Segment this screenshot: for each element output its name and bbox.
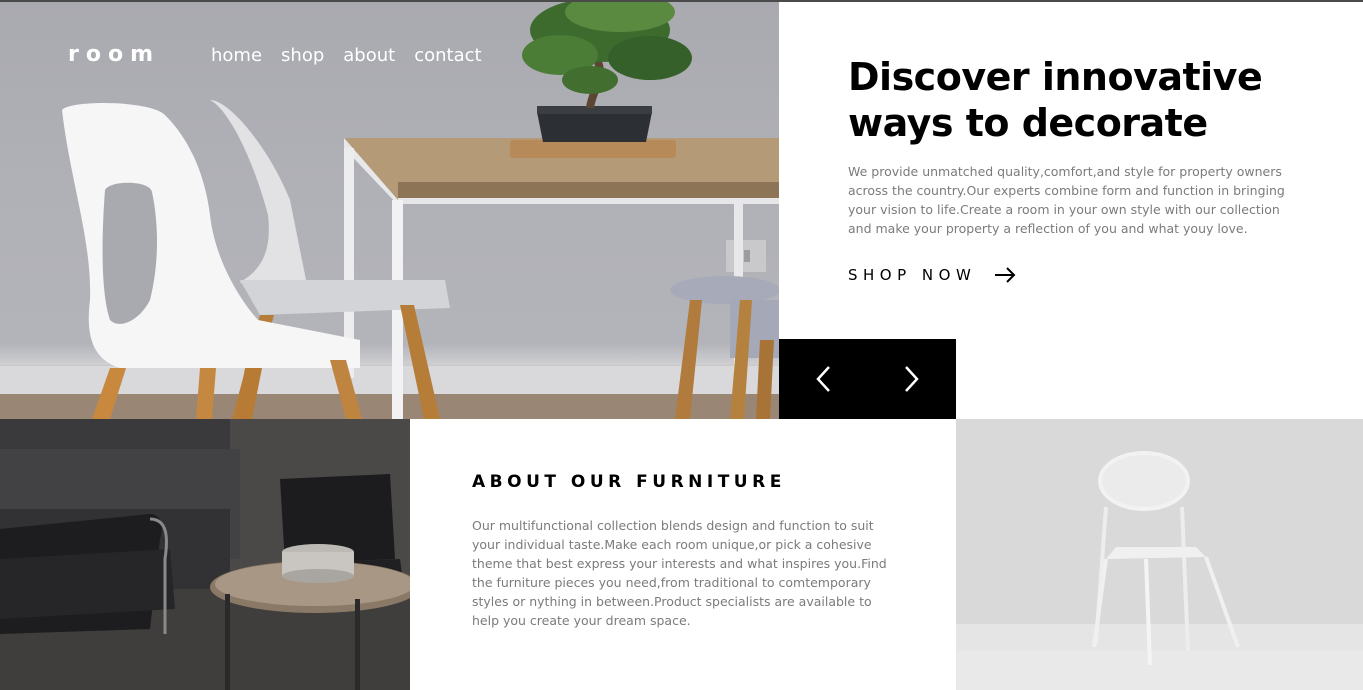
about-light-image <box>956 419 1363 690</box>
chevron-right-icon <box>904 366 919 392</box>
shop-now-button[interactable]: SHOP NOW <box>848 266 1308 284</box>
about-section: ABOUT OUR FURNITURE Our multifunctional … <box>472 472 912 630</box>
slider-controls <box>779 339 956 419</box>
nav-about[interactable]: about <box>343 45 395 66</box>
hero-description: We provide unmatched quality,comfort,and… <box>848 164 1285 236</box>
hero-title: Discover innovative ways to decorate <box>848 55 1263 145</box>
about-dark-image <box>0 419 410 690</box>
white-chair-illustration <box>956 419 1363 690</box>
nav-shop[interactable]: shop <box>281 45 324 66</box>
main-nav: home shop about contact <box>211 45 482 66</box>
hero-content: Discover innovative ways to decorate We … <box>848 54 1308 284</box>
dark-interior-illustration <box>0 419 410 690</box>
slider-prev-button[interactable] <box>779 339 868 419</box>
shop-now-label: SHOP NOW <box>848 266 977 284</box>
nav-contact[interactable]: contact <box>414 45 481 66</box>
brand-logo[interactable]: room <box>68 42 160 67</box>
arrow-right-icon <box>995 267 1016 283</box>
chevron-left-icon <box>816 366 831 392</box>
nav-home[interactable]: home <box>211 45 262 66</box>
slider-next-button[interactable] <box>868 339 957 419</box>
about-description: Our multifunctional collection blends de… <box>472 518 887 628</box>
about-title: ABOUT OUR FURNITURE <box>472 472 786 492</box>
top-border <box>0 0 1363 2</box>
